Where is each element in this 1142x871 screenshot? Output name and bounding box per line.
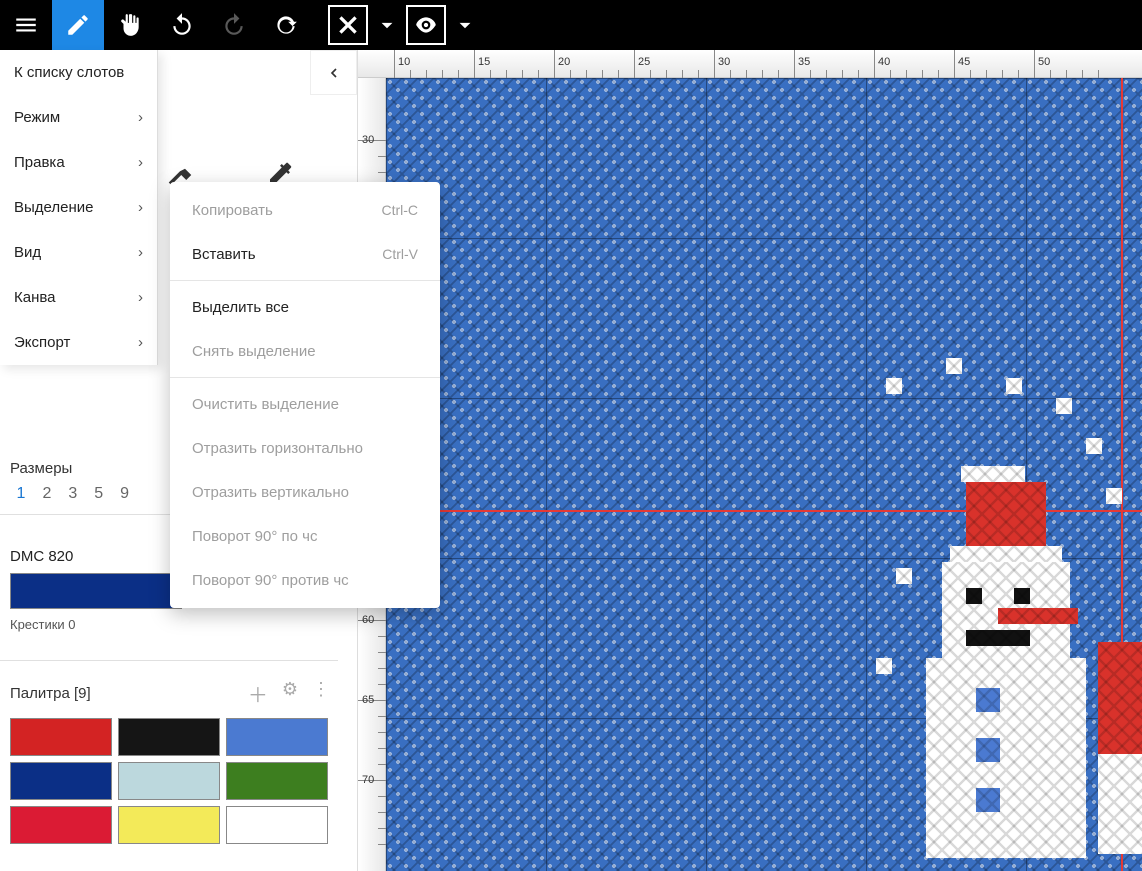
palette-color-2[interactable]: [226, 718, 328, 756]
pixel-snow: [896, 568, 912, 584]
hand-tool-button[interactable]: [104, 0, 156, 50]
redo-button[interactable]: [208, 0, 260, 50]
pixel-snow: [946, 358, 962, 374]
menu-export[interactable]: Экспорт›: [0, 320, 157, 365]
canvas-area: 101520253035404550 303540455055606570: [358, 50, 1142, 871]
size-3[interactable]: 3: [62, 485, 84, 503]
pixel-eye: [1014, 588, 1030, 604]
pixel-side2: [1098, 754, 1142, 854]
menu-canvas[interactable]: Канва›: [0, 275, 157, 320]
size-2[interactable]: 2: [36, 485, 58, 503]
palette-color-6[interactable]: [10, 806, 112, 844]
chevron-right-icon: ›: [138, 109, 143, 126]
palette-add-button[interactable]: ＋: [248, 679, 268, 708]
menu-rotate-ccw[interactable]: Поворот 90° против чс: [170, 558, 440, 602]
palette-color-4[interactable]: [118, 762, 220, 800]
pixel-mouth: [966, 630, 1030, 646]
size-1[interactable]: 1: [10, 485, 32, 503]
pixel-eye: [966, 588, 982, 604]
symbol-dropdown-button[interactable]: [372, 0, 402, 50]
palette-color-0[interactable]: [10, 718, 112, 756]
menu-deselect[interactable]: Снять выделение: [170, 329, 440, 373]
menu-view[interactable]: Вид›: [0, 230, 157, 275]
menu-flip-vertical[interactable]: Отразить вертикально: [170, 470, 440, 514]
pixel-nose: [998, 608, 1078, 624]
chevron-right-icon: ›: [138, 334, 143, 351]
menu-button[interactable]: [0, 0, 52, 50]
menu-rotate-cw[interactable]: Поворот 90° по чс: [170, 514, 440, 558]
pixel-snow: [1006, 378, 1022, 394]
pixel-button: [976, 688, 1000, 712]
pixel-hat: [966, 482, 1046, 546]
pixel-snow: [886, 378, 902, 394]
palette-color-3[interactable]: [10, 762, 112, 800]
pixel-snow: [1086, 438, 1102, 454]
chevron-right-icon: ›: [138, 154, 143, 171]
chevron-right-icon: ›: [138, 199, 143, 216]
pixel-button: [976, 788, 1000, 812]
stitch-count: Крестики 0: [10, 617, 330, 632]
size-9[interactable]: 9: [114, 485, 136, 503]
menu-copy[interactable]: КопироватьCtrl-C: [170, 188, 440, 232]
main-menu-flyout: К списку слотов Режим› Правка› Выделение…: [0, 50, 158, 365]
pixel-hat-base: [950, 546, 1062, 562]
menu-paste[interactable]: ВставитьCtrl-V: [170, 232, 440, 276]
chevron-right-icon: ›: [138, 289, 143, 306]
refresh-button[interactable]: [260, 0, 312, 50]
menu-selection[interactable]: Выделение›: [0, 185, 157, 230]
size-5[interactable]: 5: [88, 485, 110, 503]
menu-back-to-slots[interactable]: К списку слотов: [0, 50, 157, 95]
palette-color-8[interactable]: [226, 806, 328, 844]
color-swatch[interactable]: [10, 573, 182, 609]
pixel-snow: [876, 658, 892, 674]
panel-collapse-button[interactable]: [310, 50, 357, 95]
chevron-right-icon: ›: [138, 244, 143, 261]
palette-section: Палитра [9] ＋ ⚙ ⋮: [10, 678, 340, 844]
undo-button[interactable]: [156, 0, 208, 50]
menu-select-all[interactable]: Выделить все: [170, 285, 440, 329]
horizontal-ruler: 101520253035404550: [358, 50, 1142, 78]
pixel-side: [1098, 642, 1142, 754]
menu-clear-selection[interactable]: Очистить выделение: [170, 382, 440, 426]
preview-dropdown-button[interactable]: [450, 0, 480, 50]
edit-submenu: КопироватьCtrl-C ВставитьCtrl-V Выделить…: [170, 182, 440, 608]
pixel-snow: [1106, 488, 1122, 504]
menu-mode[interactable]: Режим›: [0, 95, 157, 140]
symbol-toggle-button[interactable]: [328, 5, 368, 45]
menu-flip-horizontal[interactable]: Отразить горизонтально: [170, 426, 440, 470]
preview-toggle-button[interactable]: [406, 5, 446, 45]
palette-settings-button[interactable]: ⚙: [282, 679, 298, 708]
pixel-snow: [1056, 398, 1072, 414]
top-toolbar: [0, 0, 1142, 50]
stitch-board[interactable]: [386, 78, 1142, 871]
palette-more-button[interactable]: ⋮: [312, 679, 330, 708]
palette-title: Палитра [9]: [10, 685, 91, 702]
menu-edit[interactable]: Правка›: [0, 140, 157, 185]
palette-color-5[interactable]: [226, 762, 328, 800]
palette-color-1[interactable]: [118, 718, 220, 756]
pixel-button: [976, 738, 1000, 762]
pencil-tool-button[interactable]: [52, 0, 104, 50]
palette-color-7[interactable]: [118, 806, 220, 844]
pixel-hat-brim: [961, 466, 1025, 482]
pixel-body: [926, 658, 1086, 858]
